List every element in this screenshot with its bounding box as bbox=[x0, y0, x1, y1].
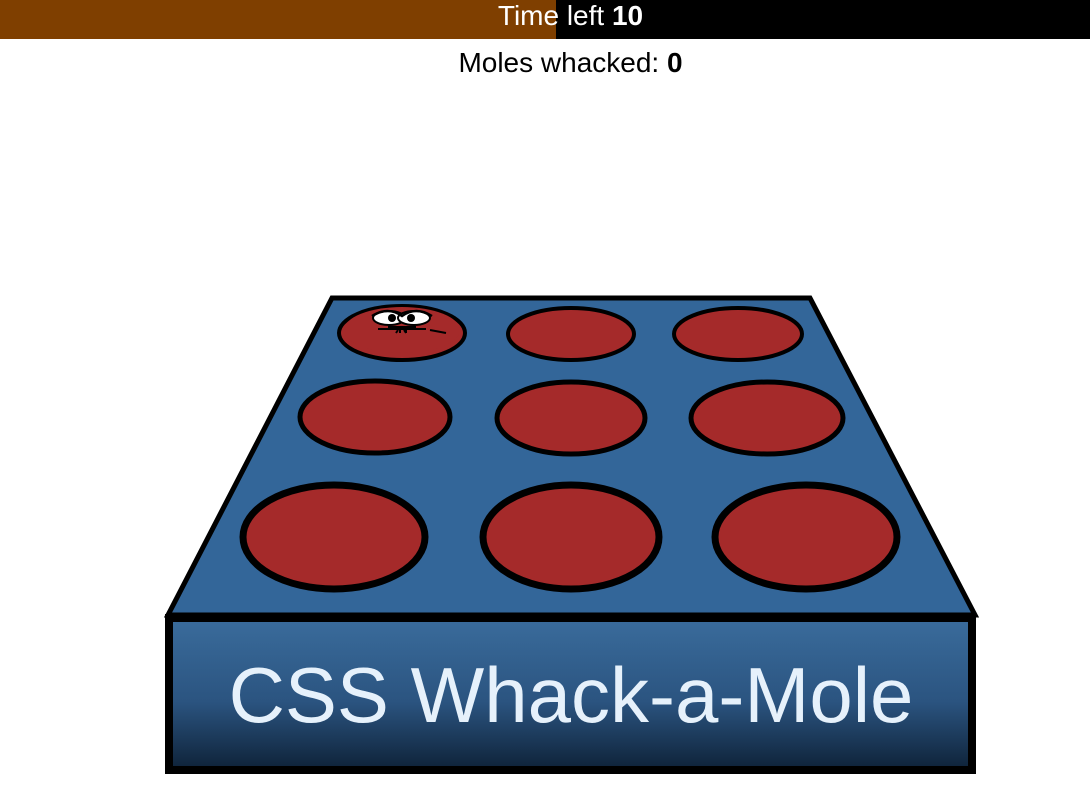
hole-2[interactable] bbox=[506, 306, 636, 362]
hole-3[interactable] bbox=[672, 306, 804, 362]
hole-8[interactable] bbox=[479, 481, 663, 593]
hole-1[interactable] bbox=[337, 304, 467, 362]
mole-eyes-icon bbox=[371, 309, 433, 326]
mole[interactable] bbox=[344, 307, 460, 353]
hole-6[interactable] bbox=[688, 379, 846, 457]
game-title: CSS Whack-a-Mole bbox=[228, 651, 914, 739]
hole-9[interactable] bbox=[711, 481, 901, 593]
hole-5[interactable] bbox=[494, 379, 648, 457]
hole-4[interactable] bbox=[297, 378, 453, 456]
hole-7[interactable] bbox=[239, 481, 429, 593]
